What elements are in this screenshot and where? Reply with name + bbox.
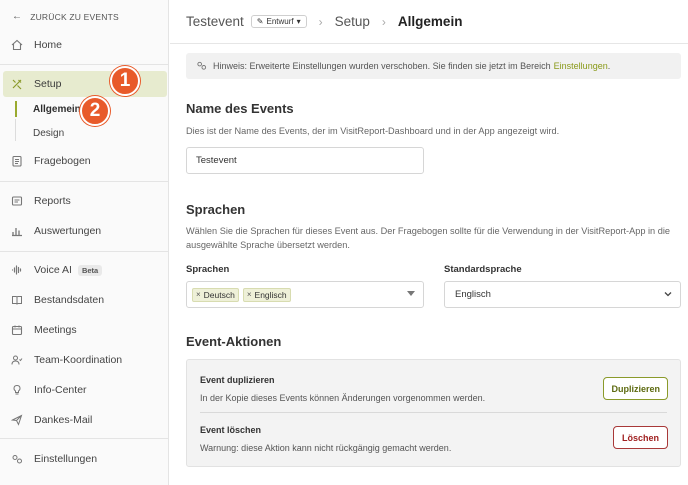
default-language-value: Englisch bbox=[455, 289, 491, 300]
sidebar-item-label: Team-Koordination bbox=[34, 354, 123, 366]
caret-down-icon[interactable] bbox=[407, 291, 415, 296]
report-icon bbox=[10, 194, 24, 208]
panel-divider bbox=[200, 412, 667, 413]
breadcrumb: Testevent ✎ Entwurf ▾ › Setup › Allgemei… bbox=[170, 0, 688, 44]
sidebar-item-label: Setup bbox=[34, 78, 62, 90]
sidebar-subitem-general[interactable]: Allgemein bbox=[33, 104, 81, 115]
sidebar-item-team[interactable]: Team-Koordination bbox=[0, 347, 168, 373]
sidebar-divider bbox=[0, 251, 169, 252]
sidebar-item-voice-ai[interactable]: Voice AI Beta bbox=[0, 257, 168, 283]
status-badge-label: Entwurf bbox=[266, 17, 294, 26]
duplicate-button[interactable]: Duplizieren bbox=[603, 377, 668, 400]
sidebar-item-label: Home bbox=[34, 39, 63, 51]
event-name-heading: Name des Events bbox=[186, 101, 294, 116]
language-tag-label: Englisch bbox=[254, 289, 287, 300]
event-name-description: Dies ist der Name des Events, der im Vis… bbox=[186, 126, 560, 136]
sidebar-item-label: Reports bbox=[34, 195, 71, 207]
app-root: ← ZURÜCK ZU EVENTS Home Setup Allgemein … bbox=[0, 0, 688, 485]
duplicate-title: Event duplizieren bbox=[200, 375, 275, 385]
sidebar: ← ZURÜCK ZU EVENTS Home Setup Allgemein … bbox=[0, 0, 169, 485]
hint-text: Hinweis: Erweiterte Einstellungen wurden… bbox=[213, 61, 551, 71]
sidebar-item-settings[interactable]: Einstellungen bbox=[0, 446, 168, 472]
pencil-icon: ✎ bbox=[256, 17, 264, 26]
chevron-right-icon: › bbox=[381, 14, 386, 29]
annotation-marker-1: 1 bbox=[110, 66, 140, 96]
settings-icon bbox=[10, 452, 24, 466]
sidebar-item-meetings[interactable]: Meetings bbox=[0, 317, 168, 343]
sidebar-item-label: Fragebogen bbox=[34, 155, 91, 167]
sidebar-divider bbox=[0, 181, 169, 182]
sidebar-item-questionnaire[interactable]: Fragebogen bbox=[0, 148, 168, 174]
settings-link[interactable]: Einstellungen bbox=[554, 61, 608, 71]
users-icon bbox=[10, 353, 24, 367]
sidebar-divider bbox=[0, 64, 169, 65]
clipboard-icon bbox=[10, 154, 24, 168]
arrow-left-icon: ← bbox=[12, 11, 23, 22]
calendar-icon bbox=[10, 323, 24, 337]
sidebar-item-label: Einstellungen bbox=[34, 453, 98, 465]
home-icon bbox=[10, 38, 24, 52]
event-actions-heading: Event-Aktionen bbox=[186, 334, 282, 349]
caret-down-icon: ▾ bbox=[296, 17, 301, 26]
sidebar-item-label: Auswertungen bbox=[34, 225, 102, 237]
annotation-marker-2: 2 bbox=[80, 96, 110, 126]
sidebar-item-label: Bestandsdaten bbox=[34, 294, 105, 306]
sidebar-item-label: Info-Center bbox=[34, 384, 87, 396]
language-tag: × Englisch bbox=[242, 287, 291, 302]
duplicate-description: In der Kopie dieses Events können Änderu… bbox=[200, 393, 486, 403]
page-title: Allgemein bbox=[397, 14, 463, 29]
languages-heading: Sprachen bbox=[186, 202, 246, 217]
chevron-down-icon bbox=[663, 289, 673, 301]
sidebar-item-reports[interactable]: Reports bbox=[0, 188, 168, 214]
book-icon bbox=[10, 293, 24, 307]
sidebar-item-thanks-mail[interactable]: Dankes-Mail bbox=[0, 407, 168, 433]
breadcrumb-setup[interactable]: Setup bbox=[335, 14, 370, 29]
hint-banner: Hinweis: Erweiterte Einstellungen wurden… bbox=[186, 53, 681, 79]
back-label: ZURÜCK ZU EVENTS bbox=[30, 11, 119, 22]
beta-badge: Beta bbox=[77, 264, 103, 276]
event-actions-panel: Event duplizieren In der Kopie dieses Ev… bbox=[186, 359, 681, 467]
waveform-icon bbox=[10, 263, 24, 277]
submenu-active-rail bbox=[15, 101, 17, 117]
chevron-right-icon: › bbox=[318, 14, 323, 29]
sidebar-item-label: Voice AI bbox=[34, 264, 72, 276]
language-tag-label: Deutsch bbox=[203, 289, 235, 300]
delete-description: Warnung: diese Aktion kann nicht rückgän… bbox=[200, 443, 452, 453]
back-to-events-link[interactable]: ← ZURÜCK ZU EVENTS bbox=[12, 11, 119, 22]
lightbulb-icon bbox=[10, 383, 24, 397]
languages-multiselect[interactable]: × Deutsch × Englisch bbox=[186, 281, 424, 308]
remove-tag-icon[interactable]: × bbox=[196, 290, 201, 299]
delete-button[interactable]: Löschen bbox=[612, 426, 668, 449]
languages-label: Sprachen bbox=[186, 264, 230, 275]
sidebar-subitem-design[interactable]: Design bbox=[33, 128, 64, 139]
sidebar-item-evaluations[interactable]: Auswertungen bbox=[0, 218, 168, 244]
remove-tag-icon[interactable]: × bbox=[247, 290, 252, 299]
tools-icon bbox=[10, 77, 24, 91]
hint-suffix: . bbox=[607, 61, 611, 71]
sidebar-item-label: Dankes-Mail bbox=[34, 414, 93, 426]
sidebar-item-setup[interactable]: Setup bbox=[3, 71, 167, 97]
sidebar-item-info[interactable]: Info-Center bbox=[0, 377, 168, 403]
sidebar-item-label: Meetings bbox=[34, 324, 77, 336]
status-badge[interactable]: ✎ Entwurf ▾ bbox=[250, 15, 307, 28]
default-language-label: Standardsprache bbox=[444, 264, 522, 275]
bar-chart-icon bbox=[10, 224, 24, 238]
send-icon bbox=[10, 413, 24, 427]
default-language-select[interactable]: Englisch bbox=[444, 281, 681, 308]
delete-title: Event löschen bbox=[200, 425, 262, 435]
languages-description: Wählen Sie die Sprachen für dieses Event… bbox=[186, 226, 670, 250]
event-name-input[interactable]: Testevent bbox=[186, 147, 424, 174]
sidebar-divider bbox=[0, 438, 169, 439]
submenu-rail bbox=[15, 119, 16, 141]
language-tag: × Deutsch bbox=[192, 287, 239, 302]
breadcrumb-event-name[interactable]: Testevent bbox=[186, 14, 244, 29]
sidebar-item-inventory[interactable]: Bestandsdaten bbox=[0, 287, 168, 313]
sidebar-item-home[interactable]: Home bbox=[0, 32, 168, 58]
settings-icon bbox=[196, 60, 207, 73]
